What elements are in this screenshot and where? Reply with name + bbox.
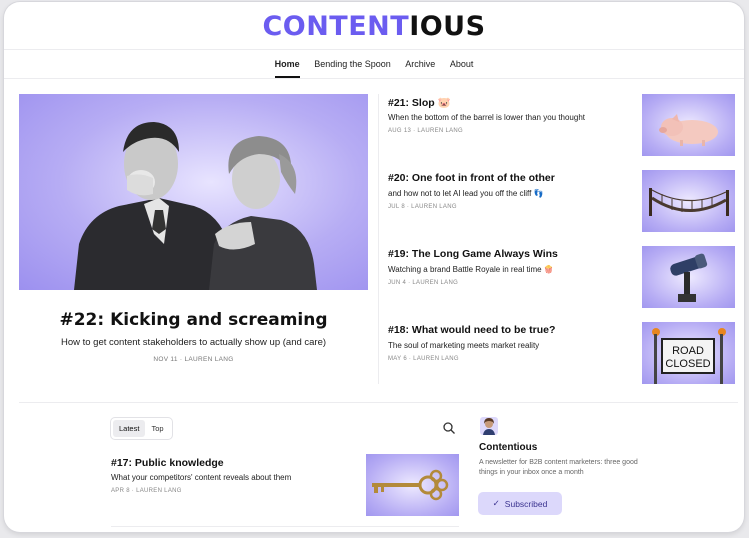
post-subtitle: Watching a brand Battle Royale in real t…	[388, 265, 554, 274]
browser-frame: CONTENTIOUS Home Bending the Spoon Archi…	[4, 2, 744, 532]
subscribed-label: Subscribed	[504, 498, 548, 509]
post-meta: JUL 8 · LAUREN LANG	[388, 204, 457, 210]
tab-latest[interactable]: Latest	[113, 420, 146, 437]
author-avatar[interactable]	[480, 417, 498, 435]
column-divider	[378, 94, 379, 384]
hero-image[interactable]	[19, 94, 368, 290]
post-item[interactable]: #18: What would need to be true? The sou…	[388, 322, 738, 388]
search-icon[interactable]	[442, 421, 456, 435]
publication-description: A newsletter for B2B content marketers: …	[479, 459, 638, 476]
post-subtitle: The soul of marketing meets market reali…	[388, 341, 540, 350]
road-sign-line1: ROAD	[672, 345, 704, 357]
post-title[interactable]: #19: The Long Game Always Wins	[388, 248, 638, 260]
post-title[interactable]: #18: What would need to be true?	[388, 324, 638, 336]
logo-part-ious: IOUS	[409, 11, 486, 42]
publication-name: Contentious	[479, 442, 538, 453]
section-divider	[19, 402, 738, 403]
post-meta: AUG 13 · LAUREN LANG	[388, 128, 464, 134]
post-item[interactable]: #21: Slop 🐷 When the bottom of the barre…	[388, 94, 738, 160]
post-meta: APR 8 · LAUREN LANG	[111, 488, 182, 494]
subscribed-button[interactable]: ✓ Subscribed	[478, 492, 562, 515]
nav-home[interactable]: Home	[274, 54, 300, 78]
nav-divider	[4, 78, 744, 79]
nav-bending-the-spoon[interactable]: Bending the Spoon	[314, 54, 391, 74]
telescope-image[interactable]	[642, 246, 735, 308]
feed-divider	[111, 526, 459, 527]
header-divider	[4, 49, 744, 50]
post-meta: JUN 4 · LAUREN LANG	[388, 280, 459, 286]
nav-archive[interactable]: Archive	[405, 54, 435, 74]
post-title[interactable]: #20: One foot in front of the other	[388, 172, 638, 184]
pig-image[interactable]	[642, 94, 735, 156]
post-title[interactable]: #21: Slop 🐷	[388, 96, 638, 109]
check-icon: ✓	[492, 498, 500, 508]
post-subtitle: What your competitors' content reveals a…	[111, 473, 292, 482]
nav-about[interactable]: About	[450, 54, 474, 74]
post-meta: MAY 6 · LAUREN LANG	[388, 356, 459, 362]
feed-tabs: Latest Top	[110, 417, 173, 440]
site-logo[interactable]: CONTENTIOUS	[4, 10, 744, 44]
hero-meta: NOV 11 · LAUREN LANG	[153, 356, 234, 363]
rope-bridge-image[interactable]	[642, 170, 735, 232]
post-subtitle: When the bottom of the barrel is lower t…	[388, 113, 586, 122]
post-subtitle: and how not to let AI lead you off the c…	[388, 189, 544, 198]
post-item[interactable]: #20: One foot in front of the other and …	[388, 170, 738, 236]
post-title[interactable]: #17: Public knowledge	[111, 457, 224, 469]
tab-top[interactable]: Top	[145, 420, 169, 437]
post-item[interactable]: #19: The Long Game Always Wins Watching …	[388, 246, 738, 312]
logo-part-content: CONTENT	[262, 11, 410, 42]
key-image[interactable]	[366, 454, 459, 516]
road-closed-sign-image[interactable]: ROAD CLOSED	[642, 322, 735, 384]
road-sign-line2: CLOSED	[665, 358, 710, 370]
hero-subtitle: How to get content stakeholders to actua…	[60, 337, 327, 348]
hero-title[interactable]: #22: Kicking and screaming	[19, 310, 368, 330]
